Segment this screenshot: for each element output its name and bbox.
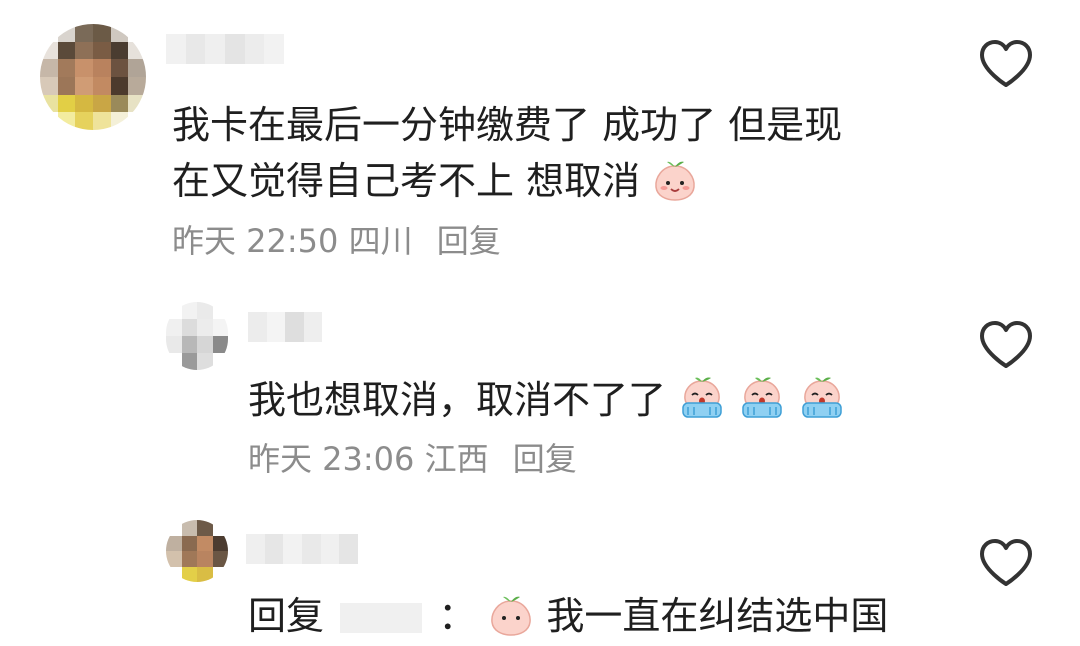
timestamp: 昨天 22:50 — [172, 222, 339, 260]
mentioned-user-blurred[interactable] — [340, 603, 423, 633]
heart-outline-icon[interactable] — [978, 39, 1034, 89]
comment-meta: 昨天 22:50 四川 回复 — [172, 216, 501, 262]
heart-outline-icon[interactable] — [978, 320, 1034, 370]
avatar[interactable] — [166, 302, 228, 370]
avatar[interactable] — [166, 520, 228, 582]
peach-smile-emoji — [488, 591, 534, 646]
username-blurred[interactable] — [248, 312, 322, 342]
heart-outline-icon[interactable] — [978, 538, 1034, 588]
comment-text-line: 在又觉得自己考不上 想取消 — [172, 150, 698, 211]
timestamp: 昨天 23:06 — [248, 440, 415, 478]
peach-cry-emoji — [798, 373, 846, 430]
reply-separator: ： — [438, 594, 477, 638]
reply-prefix: 回复 — [248, 594, 325, 638]
reply-button[interactable]: 回复 — [437, 222, 501, 260]
peach-cry-emoji — [678, 373, 726, 430]
comment-text-line: 回复 ： 我一直在纠结选中国 — [248, 585, 888, 646]
location: 四川 — [348, 222, 413, 260]
peach-cry-emoji — [738, 373, 786, 430]
comment-text: 我也想取消，取消不了了 — [248, 378, 667, 422]
comment-text-line: 我也想取消，取消不了了 — [248, 369, 846, 430]
username-blurred[interactable] — [166, 34, 284, 64]
username-blurred[interactable] — [246, 534, 358, 564]
comment-text: 我一直在纠结选中国 — [546, 594, 889, 638]
peach-smile-emoji — [652, 156, 698, 211]
reply-button[interactable]: 回复 — [513, 440, 577, 478]
comment-text: 在又觉得自己考不上 想取消 — [172, 159, 641, 203]
comment-meta: 昨天 23:06 江西 回复 — [248, 434, 577, 480]
comment-text-line: 我卡在最后一分钟缴费了 成功了 但是现 — [172, 103, 843, 147]
avatar[interactable] — [40, 24, 146, 130]
location: 江西 — [424, 440, 489, 478]
